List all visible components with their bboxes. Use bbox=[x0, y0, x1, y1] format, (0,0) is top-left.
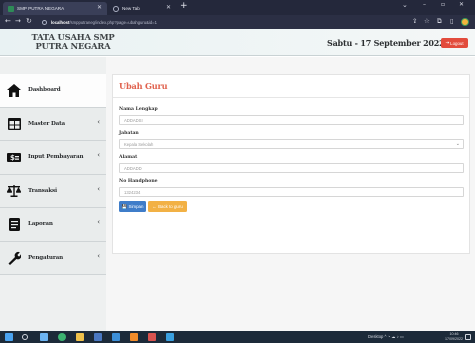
notification-icon[interactable] bbox=[465, 334, 471, 340]
alamat-field[interactable]: ADDADD bbox=[119, 163, 464, 173]
window-close-icon[interactable]: ✕ bbox=[459, 1, 464, 8]
brand-line-2: PUTRA NEGARA bbox=[35, 40, 111, 51]
store-icon[interactable] bbox=[112, 333, 120, 341]
extensions-icon[interactable]: ⧉ bbox=[437, 17, 442, 26]
jabatan-selected-value: Kepala Sekolah bbox=[124, 141, 154, 147]
chevron-left-icon: ‹ bbox=[97, 251, 100, 260]
url-path: /smpputraneg/index.php?page=ubahguru&id=… bbox=[69, 19, 157, 25]
table-icon bbox=[7, 117, 21, 131]
app-icon[interactable] bbox=[130, 333, 138, 341]
save-icon: 💾 bbox=[121, 203, 128, 209]
tray-icons: ^ ◔ ☁ ♪ ▭ bbox=[384, 334, 404, 339]
file-explorer-icon[interactable] bbox=[76, 333, 84, 341]
sidebar-item-pengaturan[interactable]: Pengaturan ‹ bbox=[0, 241, 106, 275]
clock-date: 17/09/2022 bbox=[445, 337, 463, 341]
url-host: localhost bbox=[51, 19, 70, 25]
title-divider bbox=[113, 97, 469, 98]
bookmark-star-icon[interactable]: ☆ bbox=[424, 17, 430, 25]
app-header: TATA USAHA SMP PUTRA NEGARA Sabtu - 17 S… bbox=[0, 29, 475, 56]
maximize-icon[interactable]: ▫ bbox=[441, 1, 445, 8]
os-taskbar: Desktop ^ ◔ ☁ ♪ ▭ 10:46 17/09/2022 bbox=[0, 331, 475, 343]
url-field[interactable]: localhost /smpputraneg/index.php?page=ub… bbox=[39, 17, 399, 27]
app-icon[interactable] bbox=[166, 333, 174, 341]
edit-teacher-panel: Ubah Guru Nama Lengkap ADDADSI Jabatan K… bbox=[112, 74, 470, 254]
home-icon bbox=[7, 83, 21, 97]
sidebar-item-label: Dashboard bbox=[28, 87, 61, 94]
taskbar-clock[interactable]: 10:46 17/09/2022 bbox=[445, 332, 463, 342]
share-icon[interactable]: ⇪ bbox=[412, 17, 417, 25]
nama-label: Nama Lengkap bbox=[119, 107, 158, 112]
alamat-label: Alamat bbox=[119, 155, 138, 160]
money-icon: $ bbox=[7, 150, 21, 164]
page-title: Ubah Guru bbox=[119, 81, 168, 91]
brand-logo-text: TATA USAHA SMP PUTRA NEGARA bbox=[13, 33, 133, 50]
app-icon[interactable] bbox=[94, 333, 102, 341]
browser-tab-bar: SMP PUTRA NEGARA ✕ New Tab ✕ + ⌄ – ▫ ✕ bbox=[0, 0, 475, 15]
site-info-icon[interactable] bbox=[42, 19, 47, 25]
search-icon[interactable] bbox=[22, 334, 28, 340]
browser-address-bar: ← → ↻ localhost /smpputraneg/index.php?p… bbox=[0, 15, 475, 29]
sidebar-item-label: Master Data bbox=[28, 120, 66, 127]
chevron-left-icon: ‹ bbox=[97, 218, 100, 226]
chevron-left-icon: ‹ bbox=[97, 117, 100, 126]
save-label: Simpan bbox=[128, 204, 144, 209]
minimize-icon[interactable]: – bbox=[423, 1, 426, 8]
sidebar-item-laporan[interactable]: Laporan ‹ bbox=[0, 208, 106, 242]
site-favicon-icon bbox=[8, 5, 14, 12]
back-arrow-icon[interactable]: ← bbox=[5, 17, 11, 25]
logout-icon: ⇥ bbox=[445, 40, 450, 45]
windows-start-icon[interactable] bbox=[5, 333, 13, 341]
task-view-icon[interactable] bbox=[40, 333, 48, 341]
app-icon[interactable] bbox=[148, 333, 156, 341]
hp-label: No Handphone bbox=[119, 179, 158, 184]
document-icon bbox=[7, 217, 21, 231]
sidebar-item-dashboard[interactable]: Dashboard bbox=[0, 74, 106, 108]
svg-text:$: $ bbox=[10, 154, 15, 162]
chevron-left-icon: ‹ bbox=[97, 151, 100, 159]
sidebar-item-label: Transaksi bbox=[28, 187, 57, 194]
jabatan-label: Jabatan bbox=[119, 131, 139, 136]
back-label: Back to guru bbox=[158, 204, 183, 209]
sidebar-item-label: Pengaturan bbox=[28, 254, 64, 261]
tab-smp-putra-negara[interactable]: SMP PUTRA NEGARA ✕ bbox=[3, 2, 107, 15]
tab-search-icon[interactable]: ⌄ bbox=[402, 1, 408, 9]
profile-avatar-icon[interactable] bbox=[461, 18, 469, 26]
new-tab-favicon-icon bbox=[113, 5, 119, 12]
current-date: Sabtu - 17 September 2022 bbox=[327, 38, 445, 48]
save-button[interactable]: 💾 Simpan bbox=[119, 201, 146, 212]
logout-label: Logout bbox=[450, 40, 464, 46]
forward-arrow-icon[interactable]: → bbox=[15, 17, 21, 25]
back-to-guru-button[interactable]: ← Back to guru bbox=[148, 201, 187, 212]
logout-button[interactable]: ⇥ Logout bbox=[441, 38, 468, 48]
sidebar-menu: Dashboard Master Data ‹ $ Input Pembayar… bbox=[0, 74, 106, 275]
sidebar-item-input-pembayaran[interactable]: $ Input Pembayaran ‹ bbox=[0, 141, 106, 175]
tab-label: SMP PUTRA NEGARA bbox=[17, 6, 65, 11]
sidebar-panel-icon[interactable]: ▯ bbox=[450, 17, 454, 25]
sidebar-item-transaksi[interactable]: Transaksi ‹ bbox=[0, 174, 106, 208]
balance-scale-icon bbox=[7, 184, 21, 198]
chevron-down-icon: ⌄ bbox=[455, 141, 460, 147]
wrench-icon bbox=[7, 251, 21, 265]
system-tray[interactable]: Desktop ^ ◔ ☁ ♪ ▭ bbox=[368, 334, 404, 339]
hp-field[interactable]: 1324234 bbox=[119, 187, 464, 197]
tray-label: Desktop bbox=[368, 334, 384, 339]
reload-icon[interactable]: ↻ bbox=[26, 17, 32, 25]
new-tab-plus-icon[interactable]: + bbox=[180, 1, 188, 11]
tab-label: New Tab bbox=[122, 6, 140, 11]
sidebar-item-label: Laporan bbox=[28, 221, 53, 228]
sidebar-item-master-data[interactable]: Master Data ‹ bbox=[0, 107, 106, 141]
browser-app-icon[interactable] bbox=[58, 333, 66, 341]
close-tab-icon[interactable]: ✕ bbox=[166, 4, 171, 11]
sidebar-item-label: Input Pembayaran bbox=[28, 154, 84, 161]
close-tab-icon[interactable]: ✕ bbox=[97, 4, 102, 11]
jabatan-select[interactable]: Kepala Sekolah ⌄ bbox=[119, 139, 464, 149]
nama-field[interactable]: ADDADSI bbox=[119, 115, 464, 125]
tab-new-tab[interactable]: New Tab ✕ bbox=[108, 2, 176, 15]
chevron-left-icon: ‹ bbox=[97, 184, 100, 193]
arrow-back-icon: ← bbox=[152, 204, 157, 209]
main-content: Ubah Guru Nama Lengkap ADDADSI Jabatan K… bbox=[106, 57, 475, 331]
